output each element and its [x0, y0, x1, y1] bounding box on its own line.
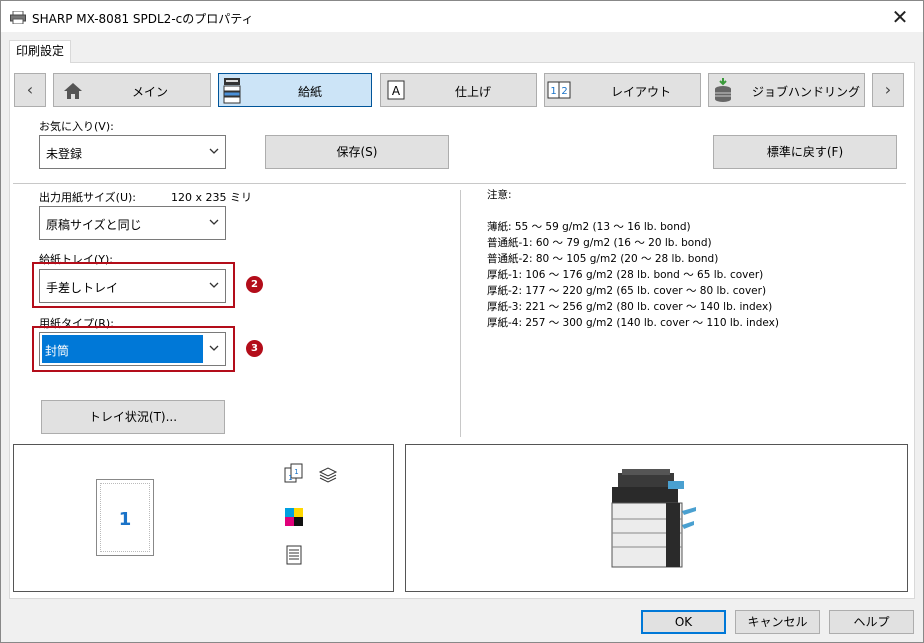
document-preview: 1 1 1	[13, 444, 394, 592]
output-size-select[interactable]: 原稿サイズと同じ	[39, 206, 226, 240]
paper-type-value: 封筒	[45, 344, 70, 358]
notes-line: 普通紙-1: 60 ～ 79 g/m2 (16 ～ 20 lb. bond)	[487, 237, 712, 249]
step-badge-3: 3	[246, 340, 263, 357]
close-button[interactable]: ✕	[887, 4, 913, 30]
favorites-label: お気に入り(V):	[39, 120, 114, 133]
paper-type-select[interactable]: 封筒	[39, 332, 226, 366]
nav-main-label: メイン	[132, 85, 169, 99]
notes-line: 厚紙-3: 221 ～ 256 g/m2 (80 lb. cover ～ 140…	[487, 301, 773, 313]
chevron-down-icon	[209, 282, 219, 288]
nav-main-button[interactable]: メイン	[53, 73, 211, 107]
section-divider	[13, 183, 906, 184]
notes-line: 薄紙: 55 ～ 59 g/m2 (13 ～ 16 lb. bond)	[487, 221, 691, 233]
output-size-value: 原稿サイズと同じ	[46, 218, 142, 232]
layout-icon: 1 2	[547, 81, 571, 99]
paper-tray-value: 手差しトレイ	[46, 281, 119, 295]
notes-line: 普通紙-2: 80 ～ 105 g/m2 (20 ～ 28 lb. bond)	[487, 253, 719, 265]
notes-line: 厚紙-2: 177 ～ 220 g/m2 (65 lb. cover ～ 80 …	[487, 285, 767, 297]
chevron-down-icon	[209, 148, 219, 154]
svg-text:2: 2	[561, 86, 567, 97]
finishing-icon: A	[387, 80, 405, 100]
ok-button[interactable]: OK	[641, 610, 726, 634]
notes-line: 厚紙-4: 257 ～ 300 g/m2 (140 lb. cover ～ 11…	[487, 317, 779, 329]
printer-icon	[10, 11, 26, 24]
nav-next-button[interactable]: ›	[872, 73, 904, 107]
nav-job-handling-label: ジョブハンドリング	[752, 85, 861, 99]
help-button[interactable]: ヘルプ	[829, 610, 914, 634]
svg-text:A: A	[392, 84, 401, 98]
printer-illustration	[611, 469, 696, 568]
notes-heading: 注意:	[487, 189, 512, 201]
title-bar: SHARP MX-8081 SPDL2-cのプロパティ ✕	[0, 0, 924, 32]
output-size-label: 出力用紙サイズ(U):	[39, 191, 137, 204]
paper-feed-icon	[223, 78, 241, 104]
svg-text:1: 1	[288, 474, 292, 482]
paper-tray-select[interactable]: 手差しトレイ	[39, 269, 226, 303]
copies-icon: 1 1	[284, 463, 303, 483]
favorites-select[interactable]: 未登録	[39, 135, 226, 169]
window-title: SHARP MX-8081 SPDL2-cのプロパティ	[32, 12, 254, 26]
tab-print-settings[interactable]: 印刷設定	[9, 40, 71, 63]
nav-finishing-label: 仕上げ	[455, 85, 492, 99]
nav-paper-feed-label: 給紙	[298, 85, 323, 99]
chevron-down-icon	[209, 219, 219, 225]
nav-finishing-button[interactable]: A 仕上げ	[380, 73, 537, 107]
paper-stack-icon	[318, 467, 338, 483]
cancel-button[interactable]: キャンセル	[735, 610, 820, 634]
home-icon	[64, 83, 82, 99]
document-icon	[286, 545, 302, 565]
job-handling-icon	[715, 78, 731, 102]
page-thumbnail: 1	[96, 479, 154, 556]
step-badge-2: 2	[246, 276, 263, 293]
printer-preview	[405, 444, 908, 592]
color-mode-icon	[285, 508, 303, 526]
chevron-down-icon	[209, 345, 219, 351]
svg-text:1: 1	[294, 468, 298, 476]
nav-layout-label: レイアウト	[611, 85, 672, 99]
page-number: 1	[118, 509, 132, 530]
paper-type-selection: 封筒	[42, 335, 203, 363]
notes-line: 厚紙-1: 106 ～ 176 g/m2 (28 lb. bond ～ 65 l…	[487, 269, 764, 281]
favorites-value: 未登録	[46, 147, 83, 161]
save-button[interactable]: 保存(S)	[265, 135, 449, 169]
reset-defaults-button[interactable]: 標準に戻す(F)	[713, 135, 897, 169]
tray-status-button[interactable]: トレイ状況(T)...	[41, 400, 225, 434]
notes-panel: 注意: 薄紙: 55 ～ 59 g/m2 (13 ～ 16 lb. bond) …	[487, 187, 867, 331]
output-size-dimensions: 120 x 235 ミリ	[171, 191, 252, 204]
nav-paper-feed-button[interactable]: 給紙	[218, 73, 372, 107]
svg-text:1: 1	[550, 86, 556, 97]
column-divider	[460, 190, 461, 437]
nav-prev-button[interactable]: ‹	[14, 73, 46, 107]
nav-job-handling-button[interactable]: ジョブハンドリング	[708, 73, 865, 107]
nav-layout-button[interactable]: 1 2 レイアウト	[544, 73, 701, 107]
